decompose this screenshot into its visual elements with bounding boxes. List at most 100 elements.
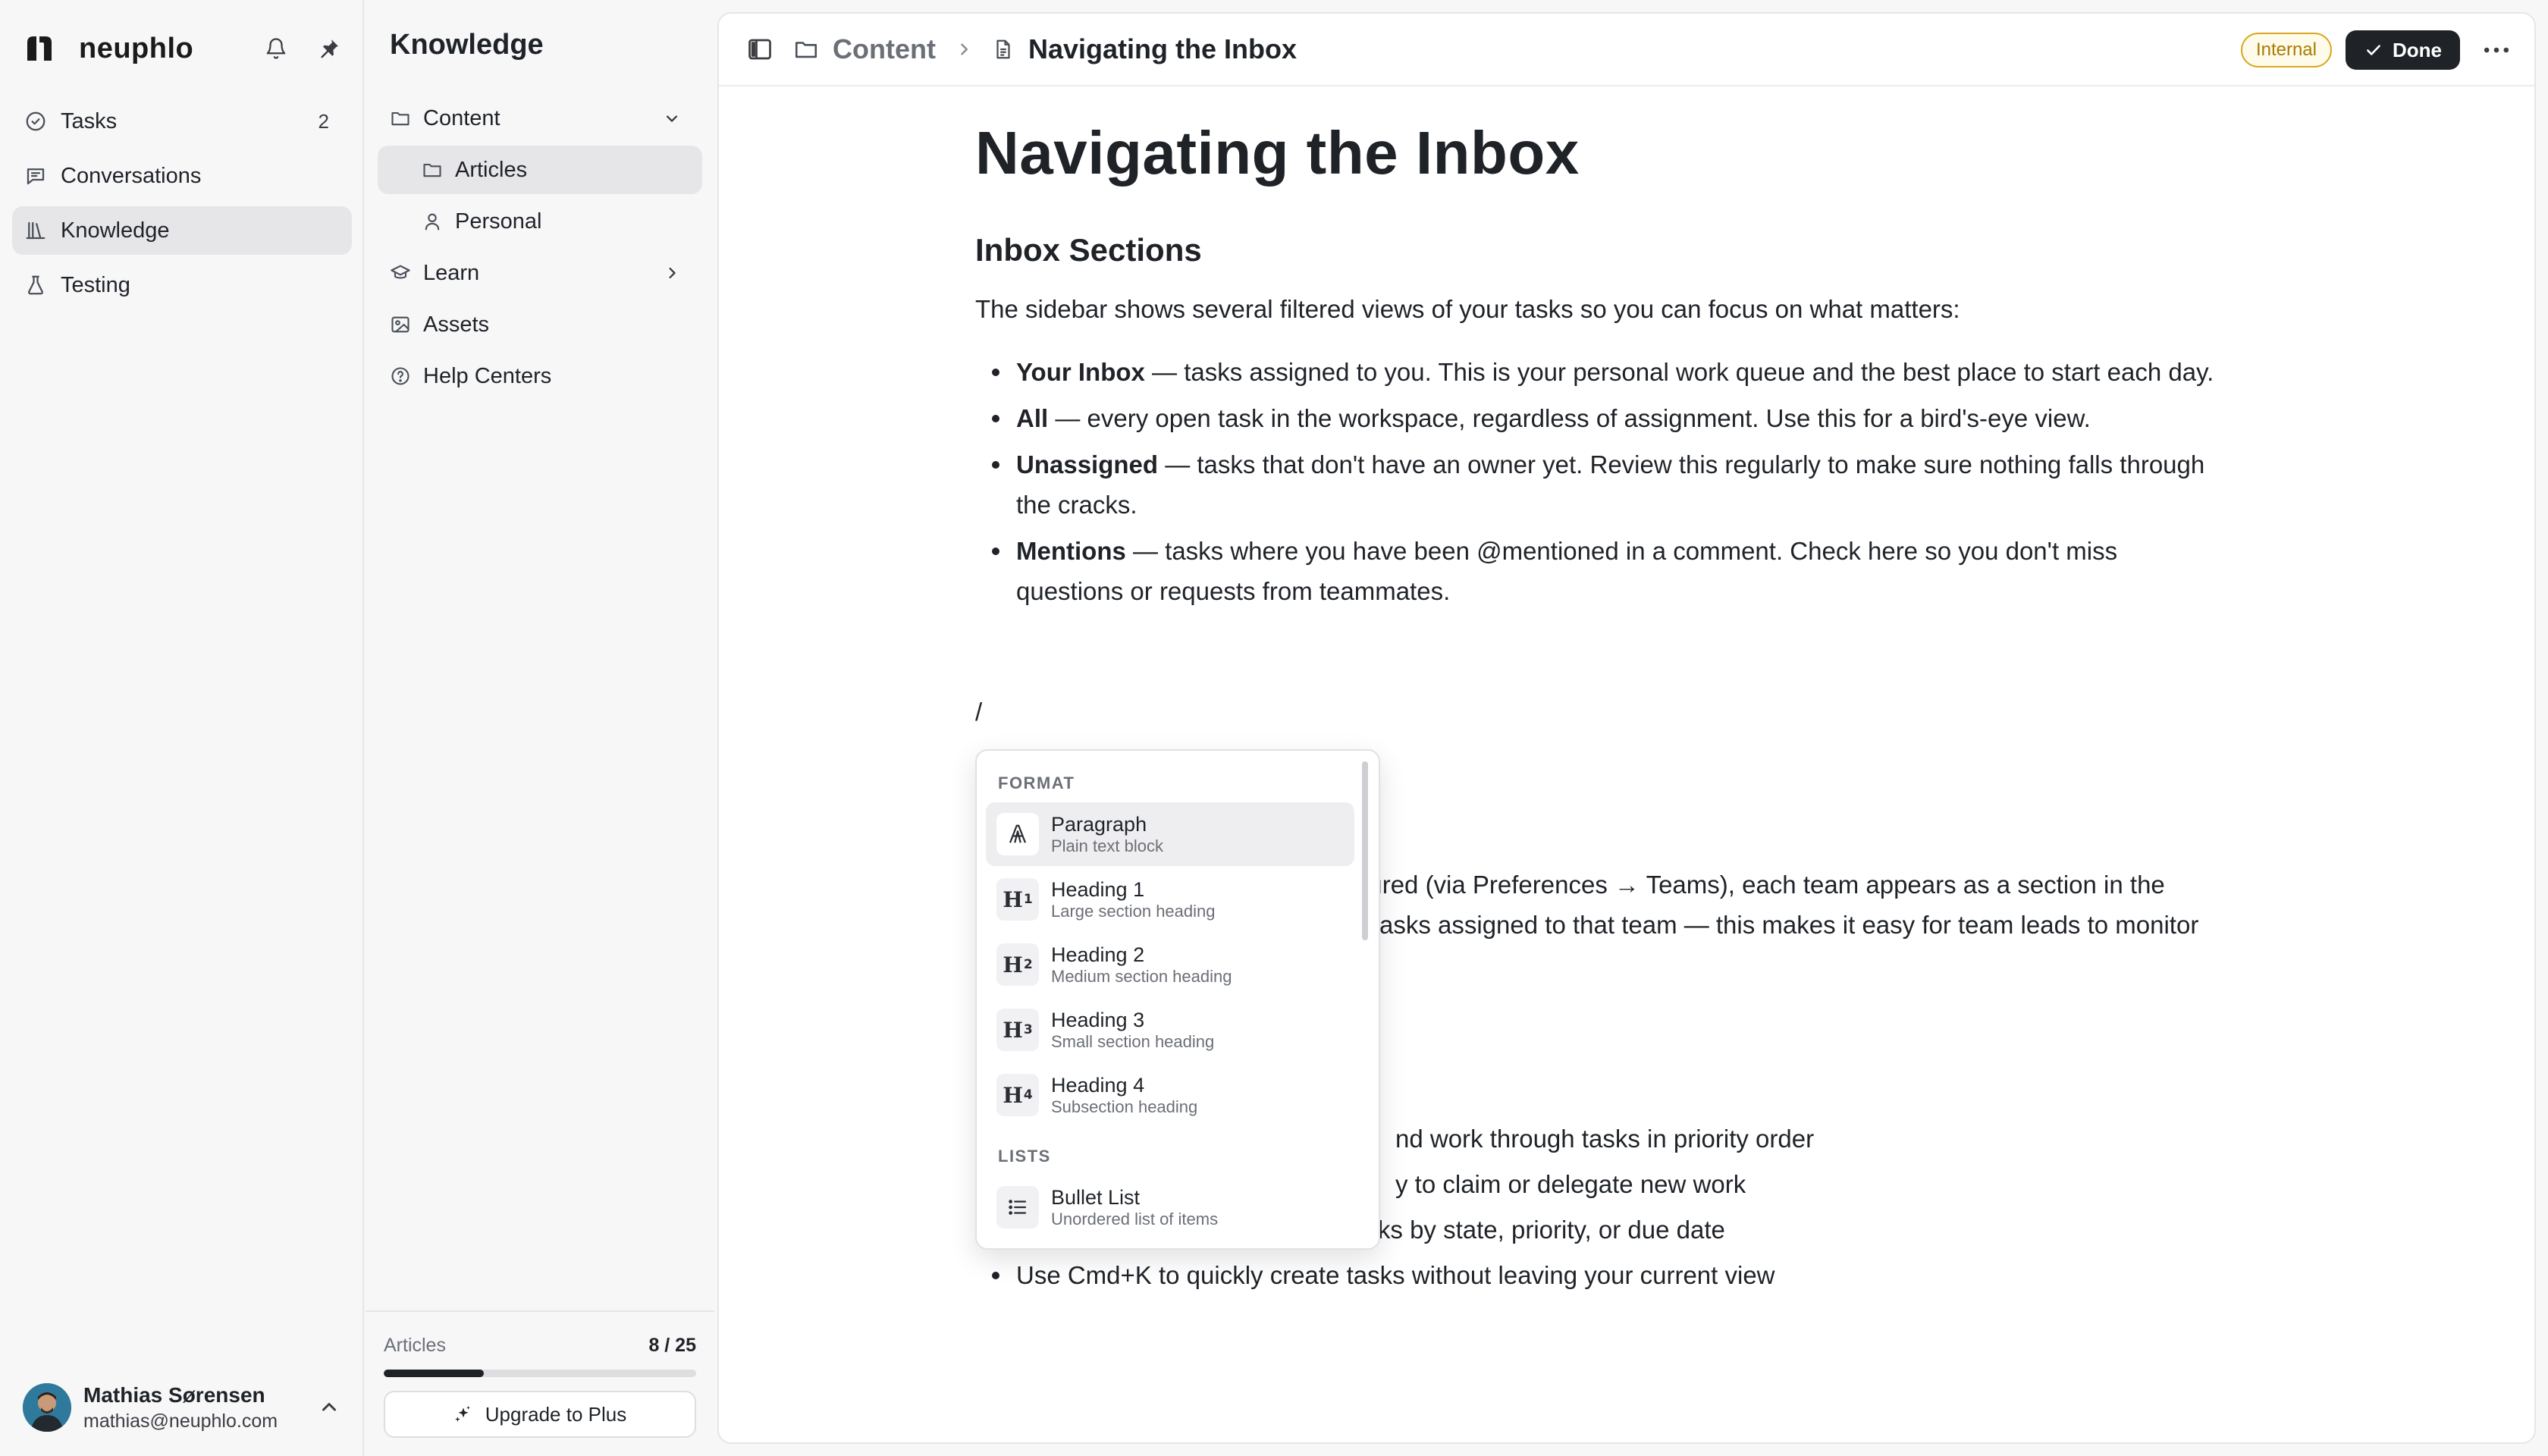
editor-topbar: Content Navigating the Inbox Internal Do…: [719, 14, 2534, 86]
nav-item-tasks[interactable]: Tasks 2: [12, 97, 352, 146]
list-item-text: — every open task in the workspace, rega…: [1048, 404, 2091, 432]
tree-item-label: Articles: [455, 157, 528, 182]
breadcrumb-parent[interactable]: Content: [833, 33, 936, 65]
notifications-button[interactable]: [261, 33, 291, 64]
menu-item-heading-2[interactable]: H2 Heading 2 Medium section heading: [986, 933, 1354, 996]
tree-item-personal[interactable]: Personal: [378, 197, 702, 246]
menu-scrollbar[interactable]: [1362, 761, 1368, 940]
nav-item-label: Knowledge: [61, 218, 170, 243]
heading-2-icon: H2: [996, 943, 1039, 986]
editor-panel: Content Navigating the Inbox Internal Do…: [717, 12, 2536, 1444]
bell-icon: [266, 38, 286, 59]
list-item-term: Mentions: [1016, 537, 1126, 565]
list-item[interactable]: All — every open task in the workspace, …: [975, 398, 2219, 438]
tree-item-articles[interactable]: Articles: [378, 146, 702, 194]
nav-item-label: Tasks: [61, 108, 118, 133]
list-item[interactable]: Use Cmd+K to quickly create tasks withou…: [975, 1253, 2219, 1298]
avatar: [23, 1383, 71, 1432]
nav-item-label: Conversations: [61, 163, 202, 188]
menu-item-subtitle: Unordered list of items: [1051, 1210, 1219, 1228]
user-email: mathias@neuphlo.com: [83, 1410, 278, 1432]
heading-4-icon: H4: [996, 1074, 1039, 1116]
list-item-term: Unassigned: [1016, 450, 1159, 479]
menu-item-subtitle: Medium section heading: [1051, 967, 1232, 986]
list-item[interactable]: Mentions — tasks where you have been @me…: [975, 531, 2219, 611]
tree-item-label: Help Centers: [423, 363, 552, 388]
user-name: Mathias Sørensen: [83, 1382, 265, 1407]
visibility-badge[interactable]: Internal: [2240, 33, 2332, 67]
list-item-term: Your Inbox: [1016, 358, 1145, 386]
intro-paragraph[interactable]: The sidebar shows several filtered views…: [975, 290, 2219, 329]
folder-icon: [391, 111, 410, 126]
heading-1-icon: H1: [996, 878, 1039, 921]
nav-item-conversations[interactable]: Conversations: [12, 152, 352, 200]
knowledge-sidebar: Knowledge Content Articles Personal Lear…: [366, 0, 714, 1456]
breadcrumb-current: Navigating the Inbox: [1028, 33, 1297, 64]
menu-item-title: Bullet List: [1051, 1186, 1141, 1209]
bullet-list-icon: [996, 1186, 1039, 1228]
knowledge-tree: Content Articles Personal Learn Assets H…: [378, 94, 702, 403]
quota-label: Articles: [384, 1335, 446, 1356]
tree-item-assets[interactable]: Assets: [378, 300, 702, 349]
more-options-icon[interactable]: [2480, 33, 2513, 67]
pin-icon: [321, 39, 338, 58]
nav-list: Tasks 2 Conversations Knowledge Testing: [12, 97, 352, 315]
menu-item-title: Heading 4: [1051, 1074, 1145, 1097]
user-menu[interactable]: Mathias Sørensen mathias@neuphlo.com: [23, 1379, 349, 1436]
list-item-term: All: [1016, 404, 1049, 432]
document-title[interactable]: Navigating the Inbox: [975, 120, 2219, 187]
tree-item-label: Personal: [455, 209, 542, 234]
graduation-cap-icon: [391, 265, 410, 279]
tree-item-learn[interactable]: Learn: [378, 249, 702, 297]
tree-item-label: Learn: [423, 260, 480, 285]
breadcrumb: Content Navigating the Inbox: [793, 33, 1297, 65]
sparkles-icon: [454, 1406, 470, 1422]
brand-name: neuphlo: [79, 32, 194, 64]
menu-item-heading-3[interactable]: H3 Heading 3 Small section heading: [986, 998, 1354, 1062]
brand[interactable]: neuphlo: [23, 27, 193, 70]
menu-item-paragraph[interactable]: Paragraph Plain text block: [986, 802, 1354, 866]
paragraph-icon: [996, 813, 1039, 855]
upgrade-label: Upgrade to Plus: [485, 1402, 627, 1426]
slash-command-menu: FORMAT Paragraph Plain text block H1 Hea…: [975, 749, 1380, 1250]
menu-item-title: Heading 1: [1051, 878, 1145, 901]
list-item-text: — tasks that don't have an owner yet. Re…: [1016, 450, 2205, 519]
menu-section-format: FORMAT: [998, 774, 1075, 792]
quota-progress-fill: [384, 1370, 484, 1377]
menu-item-subtitle: Subsection heading: [1051, 1097, 1198, 1116]
check-circle-icon: [26, 111, 46, 131]
chevron-right-icon: [669, 268, 676, 278]
nav-item-label: Testing: [61, 272, 130, 297]
sidebar-toggle-icon[interactable]: [746, 36, 774, 63]
tree-item-help-centers[interactable]: Help Centers: [378, 352, 702, 400]
list-item[interactable]: Unassigned — tasks that don't have an ow…: [975, 444, 2219, 525]
menu-item-subtitle: Plain text block: [1051, 836, 1163, 855]
tree-item-label: Assets: [423, 312, 490, 337]
quota-progress-bar: [384, 1370, 696, 1377]
upgrade-button[interactable]: Upgrade to Plus: [384, 1391, 696, 1438]
menu-item-heading-4[interactable]: H4 Heading 4 Subsection heading: [986, 1063, 1354, 1127]
tasks-count-badge: 2: [318, 109, 329, 133]
inbox-sections-list: Your Inbox — tasks assigned to you. This…: [975, 352, 2219, 611]
section-heading[interactable]: Inbox Sections: [975, 232, 2219, 268]
chevron-right-icon: [961, 43, 968, 55]
done-label: Done: [2393, 38, 2442, 61]
flask-icon: [28, 275, 43, 295]
document-body[interactable]: Navigating the Inbox Inbox Sections The …: [975, 120, 2219, 617]
list-item[interactable]: Your Inbox — tasks assigned to you. This…: [975, 352, 2219, 392]
tree-item-label: Content: [423, 105, 500, 130]
menu-item-title: Heading 3: [1051, 1009, 1145, 1031]
list-item-text: — tasks assigned to you. This is your pe…: [1144, 358, 2214, 386]
check-icon: [2367, 45, 2380, 55]
menu-item-subtitle: Small section heading: [1051, 1032, 1215, 1051]
menu-item-heading-1[interactable]: H1 Heading 1 Large section heading: [986, 868, 1354, 931]
nav-item-testing[interactable]: Testing: [12, 261, 352, 309]
knowledge-title: Knowledge: [390, 29, 544, 61]
chevron-up-icon: [322, 1403, 336, 1411]
slash-command-input[interactable]: /: [975, 698, 982, 726]
tree-item-content[interactable]: Content: [378, 94, 702, 143]
menu-item-bullet-list[interactable]: Bullet List Unordered list of items: [986, 1175, 1354, 1239]
pin-button[interactable]: [314, 33, 344, 64]
done-button[interactable]: Done: [2346, 30, 2460, 70]
nav-item-knowledge[interactable]: Knowledge: [12, 206, 352, 255]
